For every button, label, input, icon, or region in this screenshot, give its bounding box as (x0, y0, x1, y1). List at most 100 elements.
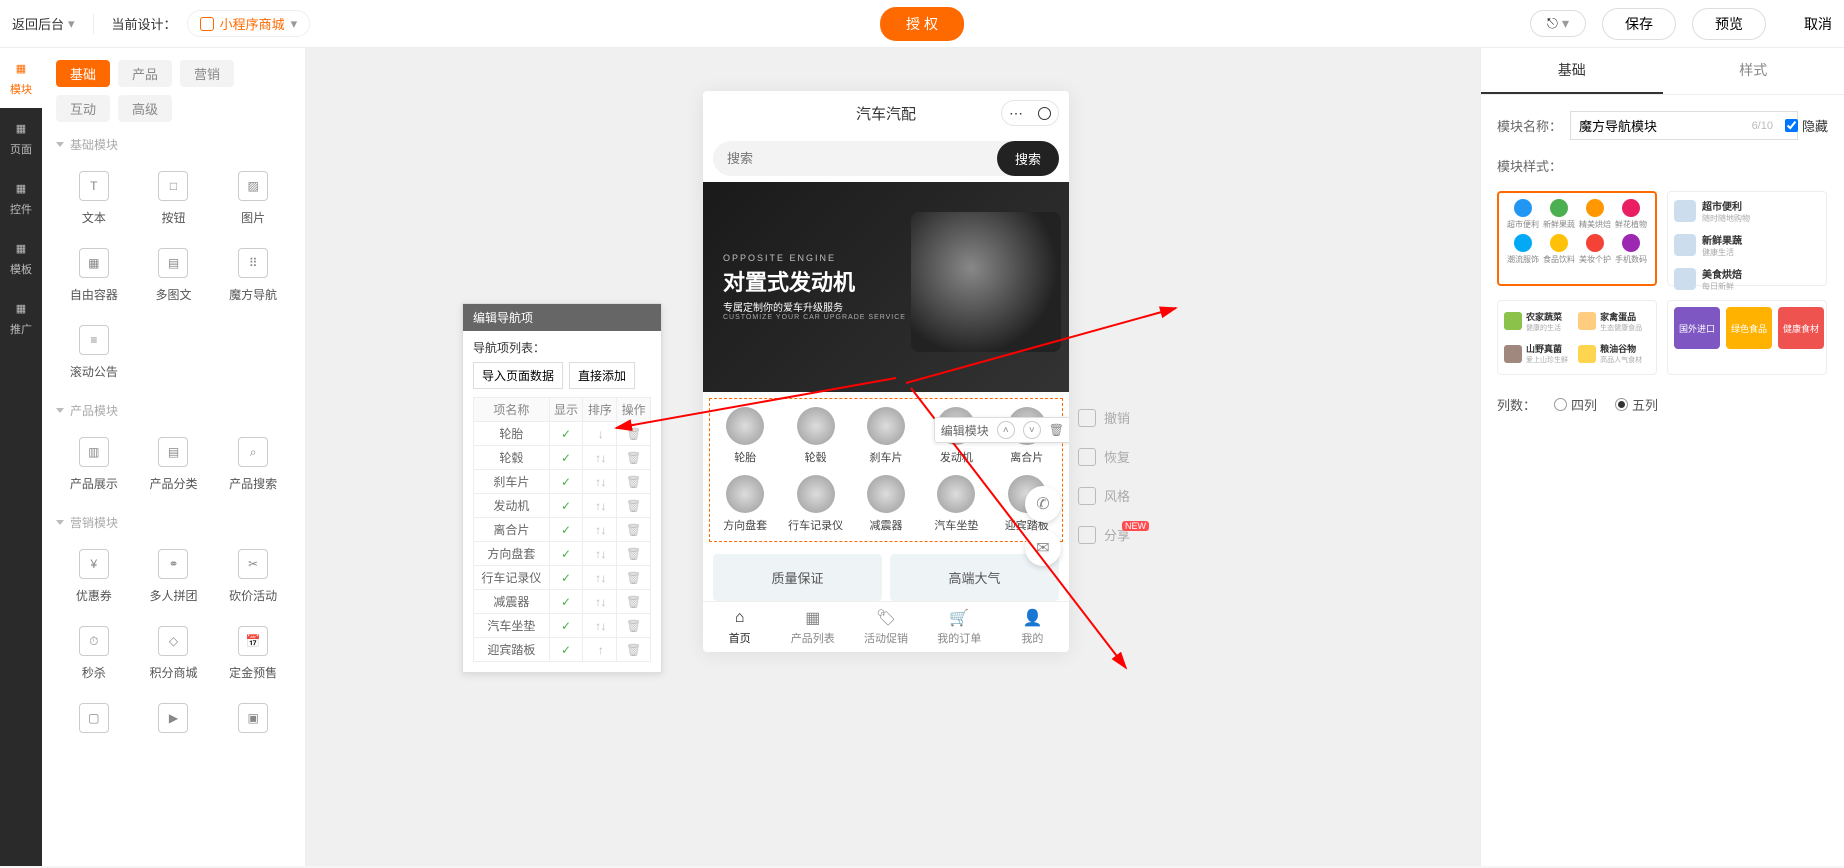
nav-cell[interactable]: 方向盘套 (710, 475, 780, 533)
design-selector[interactable]: 小程序商城 ▾ (187, 10, 311, 37)
module-tab[interactable]: 基础 (56, 60, 110, 87)
delete-row[interactable]: 🗑 (617, 566, 651, 590)
module-tab[interactable]: 产品 (118, 60, 172, 87)
visible-toggle[interactable]: ✓ (549, 494, 583, 518)
module-item[interactable]: ¥优惠券 (56, 539, 132, 612)
sort-buttons[interactable]: ↑ ↓ (583, 518, 617, 542)
delete-module-icon[interactable]: 🗑 (1049, 423, 1064, 437)
nav-cell[interactable]: 汽车坐垫 (921, 475, 991, 533)
tabbar-item[interactable]: ▦产品列表 (776, 602, 849, 652)
visible-toggle[interactable]: ✓ (549, 614, 583, 638)
delete-row[interactable]: 🗑 (617, 494, 651, 518)
cols-radio[interactable]: 五列 (1615, 395, 1658, 414)
miniprogram-capsule[interactable]: ⋯ (1001, 100, 1059, 126)
visible-toggle[interactable]: ✓ (549, 590, 583, 614)
rail-item-ctrl[interactable]: ▦控件 (0, 168, 42, 228)
float-phone-icon[interactable]: ✆ (1025, 486, 1061, 522)
delete-row[interactable]: 🗑 (617, 638, 651, 662)
search-input[interactable] (713, 141, 1017, 176)
module-item[interactable]: ▢ (56, 693, 132, 749)
right-tab[interactable]: 样式 (1663, 48, 1844, 94)
tabbar-item[interactable]: 👤我的 (996, 602, 1069, 652)
visible-toggle[interactable]: ✓ (549, 566, 583, 590)
style-option-2[interactable]: 超市便利随时随地购物新鲜果蔬健康生活美食烘焙每日新鲜 (1667, 191, 1827, 286)
import-page-data-button[interactable]: 导入页面数据 (473, 362, 563, 389)
headset-button[interactable]: ⎋▾ (1530, 10, 1586, 37)
visible-toggle[interactable]: ✓ (549, 542, 583, 566)
module-tab[interactable]: 高级 (118, 95, 172, 122)
module-item[interactable]: ⠿魔方导航 (215, 238, 291, 311)
visible-toggle[interactable]: ✓ (549, 422, 583, 446)
module-item[interactable]: ▨图片 (215, 161, 291, 234)
side-action-shirt[interactable]: 风格 (1078, 486, 1130, 505)
sort-buttons[interactable]: ↓ (583, 422, 617, 446)
module-item[interactable]: ▣ (215, 693, 291, 749)
style-option-4[interactable]: 国外进口绿色食品健康食材 (1667, 300, 1827, 375)
delete-row[interactable]: 🗑 (617, 518, 651, 542)
module-name-input[interactable] (1570, 111, 1798, 140)
module-item[interactable]: T文本 (56, 161, 132, 234)
module-item[interactable]: ⌕产品搜索 (215, 427, 291, 500)
module-tab[interactable]: 互动 (56, 95, 110, 122)
module-item[interactable]: ▥产品展示 (56, 427, 132, 500)
back-link[interactable]: 返回后台 ▾ (12, 14, 75, 33)
module-tab[interactable]: 营销 (180, 60, 234, 87)
module-item[interactable]: 📅定金预售 (215, 616, 291, 689)
sort-buttons[interactable]: ↑ ↓ (583, 470, 617, 494)
move-down-icon[interactable]: ˅ (1023, 421, 1041, 439)
tabbar-item[interactable]: 🏷活动促销 (849, 602, 922, 652)
visible-toggle[interactable]: ✓ (549, 518, 583, 542)
rail-item-horn[interactable]: ▦推广 (0, 288, 42, 348)
sort-buttons[interactable]: ↑ ↓ (583, 494, 617, 518)
right-tab[interactable]: 基础 (1481, 48, 1663, 94)
nav-cell[interactable]: 轮胎 (710, 407, 780, 465)
sort-buttons[interactable]: ↑ (583, 638, 617, 662)
close-target-icon[interactable] (1030, 107, 1058, 120)
sort-buttons[interactable]: ↑ ↓ (583, 542, 617, 566)
tabbar-item[interactable]: 🛒我的订单 (923, 602, 996, 652)
module-item[interactable]: ▦自由容器 (56, 238, 132, 311)
rail-item-tmpl[interactable]: ▦模板 (0, 228, 42, 288)
delete-row[interactable]: 🗑 (617, 446, 651, 470)
preview-button[interactable]: 预览 (1692, 8, 1766, 40)
sort-buttons[interactable]: ↑ ↓ (583, 614, 617, 638)
nav-cell[interactable]: 刹车片 (851, 407, 921, 465)
sort-buttons[interactable]: ↑ ↓ (583, 566, 617, 590)
style-option-3[interactable]: 农家蔬菜健康的生活家禽蛋品生态健康食品山野真菌爱上山珍生鲜粮油谷物高品人气食材 (1497, 300, 1657, 375)
sort-buttons[interactable]: ↑ ↓ (583, 446, 617, 470)
authorize-button[interactable]: 授 权 (880, 7, 964, 41)
add-directly-button[interactable]: 直接添加 (569, 362, 635, 389)
save-button[interactable]: 保存 (1602, 8, 1676, 40)
module-item[interactable]: □按钮 (136, 161, 212, 234)
visible-toggle[interactable]: ✓ (549, 470, 583, 494)
visible-toggle[interactable]: ✓ (549, 638, 583, 662)
module-item[interactable]: ▤多图文 (136, 238, 212, 311)
module-item[interactable]: ▶ (136, 693, 212, 749)
module-item[interactable]: ▤产品分类 (136, 427, 212, 500)
rail-item-grid[interactable]: ▦模块 (0, 48, 42, 108)
module-item[interactable]: ✂砍价活动 (215, 539, 291, 612)
visible-toggle[interactable]: ✓ (549, 446, 583, 470)
hide-checkbox[interactable]: 隐藏 (1785, 116, 1828, 135)
quality-card[interactable]: 质量保证 (713, 554, 882, 601)
module-item[interactable]: ⏱秒杀 (56, 616, 132, 689)
delete-row[interactable]: 🗑 (617, 542, 651, 566)
cancel-button[interactable]: 取消 (1782, 9, 1832, 39)
nav-cell[interactable]: 减震器 (851, 475, 921, 533)
cols-radio[interactable]: 四列 (1554, 395, 1597, 414)
module-item[interactable]: ≡滚动公告 (56, 315, 132, 388)
delete-row[interactable]: 🗑 (617, 422, 651, 446)
nav-cell[interactable]: 行车记录仪 (780, 475, 850, 533)
move-up-icon[interactable]: ˄ (997, 421, 1015, 439)
side-action-undo[interactable]: 撤销 (1078, 408, 1130, 427)
float-wechat-icon[interactable]: ✉ (1025, 530, 1061, 566)
sort-buttons[interactable]: ↑ ↓ (583, 590, 617, 614)
search-button[interactable]: 搜索 (997, 141, 1059, 176)
edit-module-label[interactable]: 编辑模块 (941, 422, 989, 439)
module-item[interactable]: ⚭多人拼团 (136, 539, 212, 612)
delete-row[interactable]: 🗑 (617, 614, 651, 638)
more-icon[interactable]: ⋯ (1002, 105, 1030, 122)
module-item[interactable]: ◇积分商城 (136, 616, 212, 689)
delete-row[interactable]: 🗑 (617, 470, 651, 494)
side-action-share[interactable]: 分享NEW (1078, 525, 1130, 544)
